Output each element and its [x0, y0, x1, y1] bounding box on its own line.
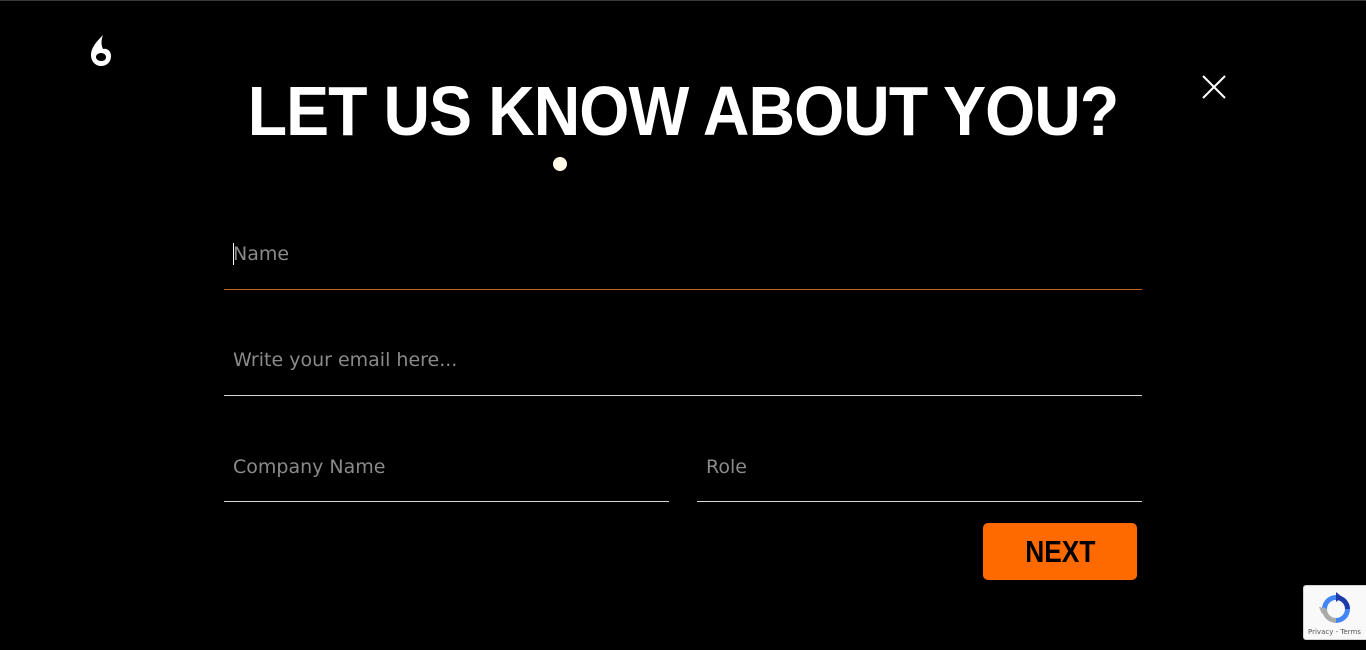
lead-form-modal: LET US KNOW ABOUT YOU? NEXT Privacy - Te… — [0, 0, 1366, 650]
next-button[interactable]: NEXT — [983, 523, 1137, 580]
name-input[interactable] — [224, 219, 1142, 289]
text-caret — [233, 243, 234, 265]
role-input[interactable] — [697, 432, 1142, 501]
page-title: LET US KNOW ABOUT YOU? — [247, 72, 1120, 150]
cursor-dot — [553, 157, 567, 171]
company-field — [224, 432, 669, 502]
recaptcha-links: Privacy - Terms — [1308, 628, 1361, 636]
recaptcha-icon — [1319, 592, 1350, 623]
email-input[interactable] — [224, 325, 1142, 395]
role-field — [697, 432, 1142, 502]
privacy-link[interactable]: Privacy — [1308, 628, 1333, 636]
next-button-label: NEXT — [1024, 533, 1096, 569]
company-name-input[interactable] — [224, 432, 669, 501]
email-field — [224, 325, 1142, 396]
name-field — [224, 219, 1142, 290]
terms-link[interactable]: Terms — [1340, 628, 1361, 636]
flame-drop-icon[interactable] — [86, 33, 116, 69]
recaptcha-badge[interactable]: Privacy - Terms — [1303, 585, 1366, 640]
close-icon[interactable] — [1198, 71, 1230, 103]
